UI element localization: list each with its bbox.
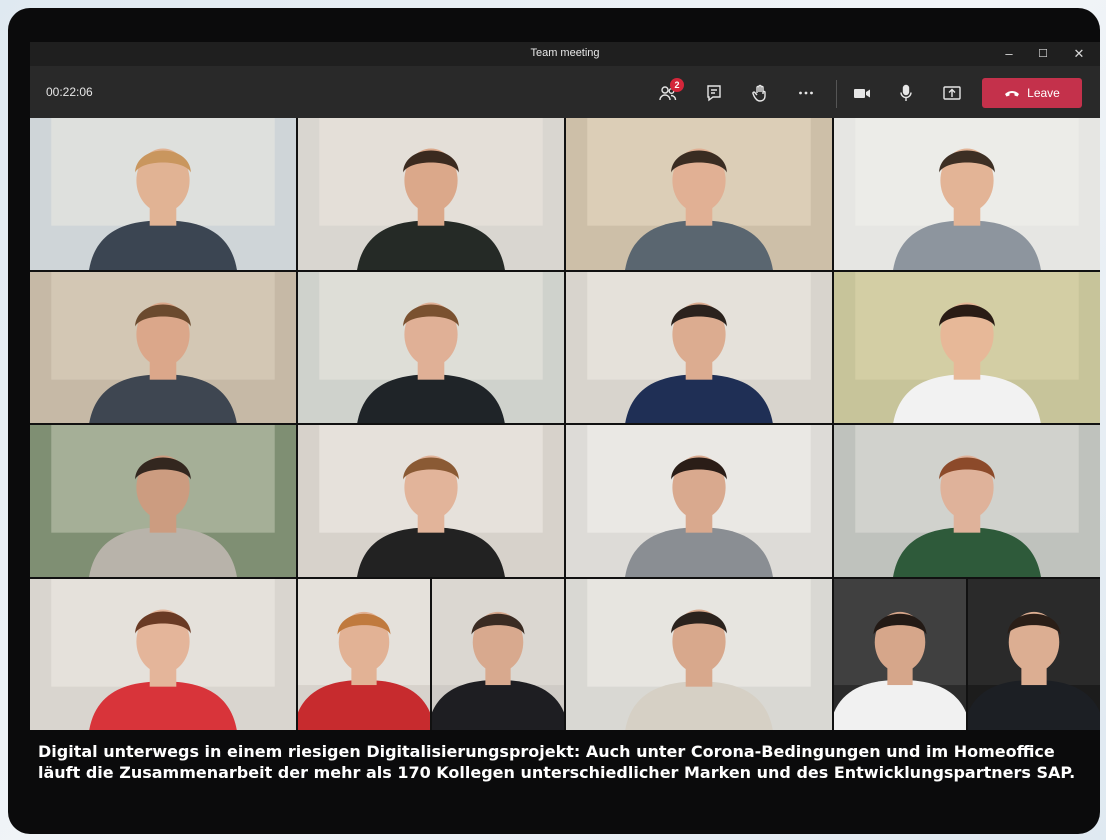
maximize-button[interactable]: ☐ [1026, 45, 1060, 63]
microphone-icon [900, 84, 912, 101]
participant-video [968, 578, 1100, 730]
more-icon [799, 91, 813, 95]
caption-line-1: Digital unterwegs in einem riesigen Digi… [38, 742, 1055, 761]
participant-video [566, 578, 832, 730]
participant-video [298, 425, 564, 577]
video-tile [298, 118, 564, 270]
call-timer: 00:22:06 [46, 85, 93, 99]
video-tile [968, 578, 1100, 730]
title-bar: Team meeting – ☐ ✕ [30, 42, 1100, 66]
video-tile [566, 578, 832, 730]
participant-video [30, 425, 296, 577]
phone-hangup-icon [1005, 91, 1020, 97]
video-tile-group [298, 578, 564, 730]
participant-video [30, 271, 296, 423]
video-tile [834, 271, 1100, 423]
toolbar-divider [836, 80, 837, 108]
more-options-button[interactable] [788, 77, 824, 109]
participant-video [298, 271, 564, 423]
participant-video [432, 578, 564, 730]
video-tile [30, 425, 296, 577]
participant-video [298, 118, 564, 270]
video-tile [298, 271, 564, 423]
participant-video [298, 578, 430, 730]
teams-meeting-window: Team meeting – ☐ ✕ 00:22:06 2 Leave [30, 42, 1100, 730]
chat-icon [707, 85, 721, 102]
camera-button[interactable] [844, 77, 880, 109]
video-tile [298, 578, 430, 730]
participant-video [834, 578, 966, 730]
raise-hand-icon [752, 84, 766, 102]
video-tile [30, 271, 296, 423]
raise-hand-button[interactable] [742, 77, 778, 109]
participant-video [566, 118, 832, 270]
video-tile [432, 578, 564, 730]
window-title: Team meeting [530, 47, 600, 59]
chat-button[interactable] [696, 77, 732, 109]
video-tile [30, 118, 296, 270]
video-grid [30, 118, 1100, 730]
participant-video [566, 425, 832, 577]
share-screen-button[interactable] [934, 77, 970, 109]
participant-video [834, 425, 1100, 577]
share-screen-icon [943, 86, 961, 100]
participant-video [30, 118, 296, 270]
leave-button[interactable]: Leave [982, 78, 1082, 108]
video-tile [834, 425, 1100, 577]
minimize-button[interactable]: – [992, 45, 1026, 63]
leave-label: Leave [1027, 86, 1060, 100]
microphone-button[interactable] [888, 77, 924, 109]
photo-caption: Digital unterwegs in einem riesigen Digi… [38, 741, 1088, 783]
video-tile [834, 118, 1100, 270]
participant-video [566, 271, 832, 423]
meeting-toolbar: 00:22:06 2 Leave [30, 66, 1100, 118]
video-tile [834, 578, 966, 730]
participants-button[interactable]: 2 [650, 77, 686, 109]
video-tile [298, 425, 564, 577]
video-tile [566, 118, 832, 270]
participants-count-badge: 2 [670, 78, 684, 92]
participant-video [834, 118, 1100, 270]
video-tile [566, 271, 832, 423]
participant-video [30, 578, 296, 730]
video-tile [30, 578, 296, 730]
video-tile-group [834, 578, 1100, 730]
camera-icon [854, 89, 870, 98]
video-tile [566, 425, 832, 577]
caption-line-2: läuft die Zusammenarbeit der mehr als 17… [38, 763, 1076, 782]
close-button[interactable]: ✕ [1062, 45, 1096, 63]
participant-video [834, 271, 1100, 423]
